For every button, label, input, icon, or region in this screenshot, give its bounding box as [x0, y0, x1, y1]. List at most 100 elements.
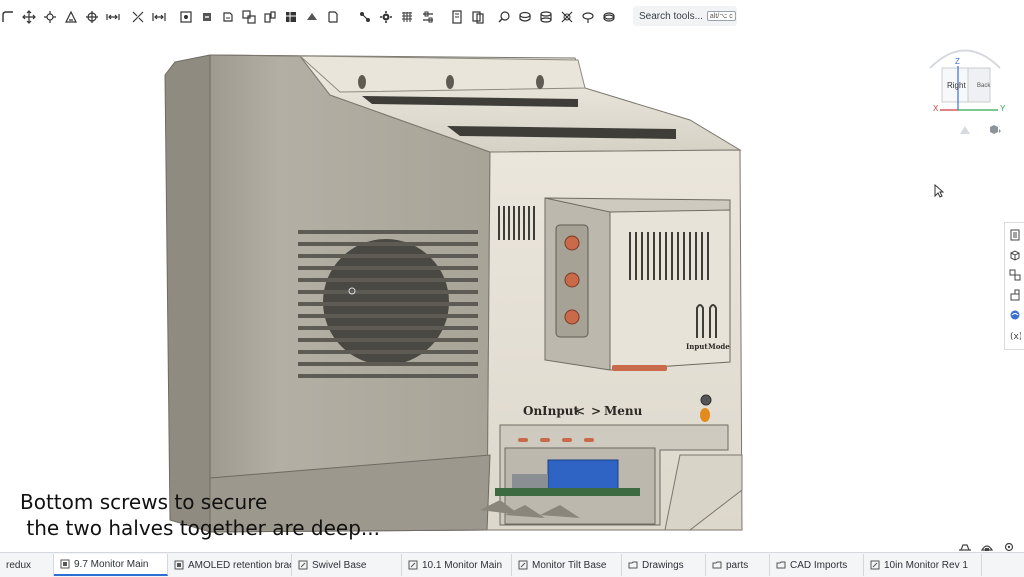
move-icon[interactable] — [21, 9, 37, 25]
top-screw-3 — [536, 75, 544, 89]
monitor-model — [164, 54, 743, 533]
wrap-icon[interactable] — [601, 9, 617, 25]
transform-icon[interactable] — [42, 9, 58, 25]
power-knob — [700, 394, 712, 406]
tab-label: CAD Imports — [790, 559, 848, 571]
top-screw-2 — [446, 75, 454, 89]
derived-icon[interactable] — [325, 9, 341, 25]
search-placeholder: Search tools... — [639, 10, 703, 22]
mouse-cursor-icon — [934, 183, 945, 203]
feature-toolbar: Search tools... alt/⌥ c — [0, 0, 1024, 32]
svg-text:(x): (x) — [1010, 332, 1021, 341]
loft-icon[interactable] — [220, 9, 236, 25]
graphics-viewport[interactable]: On Input < > Menu Input Mode Bottom scre… — [0, 32, 1024, 552]
tab-label: 10in Monitor Rev 1 — [884, 559, 968, 571]
assembly-icon — [408, 560, 418, 570]
pattern-icon[interactable] — [84, 9, 100, 25]
section-icon[interactable] — [357, 9, 373, 25]
view-cube-face-back[interactable]: Back — [977, 83, 990, 89]
search-tools-input[interactable]: Search tools... alt/⌥ c — [633, 6, 737, 26]
top-screw-1 — [358, 75, 366, 89]
view-cube-face-right[interactable]: Right — [947, 81, 966, 90]
toolbar-group-5 — [449, 8, 486, 26]
gear-icon[interactable] — [378, 9, 394, 25]
view-cube[interactable]: Right Back Z X Y — [920, 38, 1010, 134]
boolean-icon[interactable] — [241, 9, 257, 25]
tab-label: Swivel Base — [312, 559, 367, 571]
label-port-mode: Mode — [708, 342, 730, 351]
appearance-panel-icon[interactable] — [1007, 306, 1023, 323]
tab-9-7-monitor-main[interactable]: 9.7 Monitor Main — [54, 554, 168, 576]
configurations-icon[interactable] — [1007, 266, 1023, 283]
toolbar-group-1 — [0, 8, 121, 26]
search-shortcut: alt/⌥ c — [706, 11, 736, 21]
case-left-edge — [164, 54, 211, 533]
axis-z-label: Z — [955, 57, 960, 66]
list-icon[interactable] — [420, 9, 436, 25]
part-studio-icon — [174, 560, 184, 570]
mirror-icon[interactable] — [105, 9, 121, 25]
axis-x-label: X — [933, 104, 939, 113]
axis-y-label: Y — [1000, 104, 1006, 113]
folder-icon — [712, 560, 722, 570]
thread-icon[interactable] — [517, 9, 533, 25]
rib-icon[interactable] — [538, 9, 554, 25]
tab-10in-monitor-rev-1[interactable]: 10in Monitor Rev 1 — [864, 554, 982, 576]
tab-label: redux — [6, 559, 32, 571]
split-icon[interactable] — [262, 9, 278, 25]
sweep-icon[interactable] — [199, 9, 215, 25]
tab-redux[interactable]: redux — [0, 554, 54, 576]
view-options-icon[interactable] — [988, 123, 1002, 135]
label-port-input: Input — [686, 342, 708, 351]
tab-swivel-base[interactable]: Swivel Base — [292, 554, 402, 576]
assembly-icon — [518, 560, 528, 570]
toolbar-group-3 — [178, 8, 341, 26]
fillet-icon[interactable] — [0, 9, 16, 25]
assembly-icon — [298, 560, 308, 570]
ring-icon[interactable] — [580, 9, 596, 25]
hole-icon[interactable] — [496, 9, 512, 25]
measure-icon[interactable] — [449, 9, 465, 25]
appearance-icon[interactable] — [399, 9, 415, 25]
tab-cad-imports[interactable]: CAD Imports — [770, 554, 864, 576]
part-studio-icon — [60, 559, 70, 569]
variable-icon[interactable] — [304, 9, 320, 25]
io-bottom-plug — [612, 365, 667, 371]
label-right: > — [591, 404, 602, 418]
label-on: On — [523, 404, 543, 418]
control-board-connector — [512, 474, 548, 490]
control-board-blue — [547, 459, 619, 491]
tab-drawings[interactable]: Drawings — [622, 554, 706, 576]
folder-icon — [628, 560, 638, 570]
feature-list-icon[interactable] — [1007, 226, 1023, 243]
tab-amoled-retention-brac[interactable]: AMOLED retention brac... — [168, 554, 292, 576]
control-board-pcb — [495, 488, 640, 496]
rotate-icon[interactable] — [559, 9, 575, 25]
mate-connector-icon[interactable] — [178, 9, 194, 25]
toolbar-group-6 — [496, 8, 617, 26]
toolbar-group-2 — [130, 8, 167, 26]
folder-icon — [776, 560, 786, 570]
assembly-icon — [870, 560, 880, 570]
caption-line-2: the two halves together are deep... — [20, 516, 380, 540]
label-menu: Menu — [604, 404, 643, 418]
shell-icon[interactable] — [63, 9, 79, 25]
tab-label: AMOLED retention brac... — [188, 559, 292, 571]
table-icon[interactable] — [283, 9, 299, 25]
helix-icon[interactable] — [151, 9, 167, 25]
copy-icon[interactable] — [470, 9, 486, 25]
plane-icon[interactable] — [130, 9, 146, 25]
label-left: < — [575, 404, 586, 418]
power-led — [700, 408, 710, 422]
tab-parts[interactable]: parts — [706, 554, 770, 576]
properties-icon[interactable] — [1007, 286, 1023, 303]
label-input: Input — [542, 404, 579, 418]
variables-icon[interactable]: (x) — [1007, 326, 1023, 343]
parts-icon[interactable] — [1007, 246, 1023, 263]
tab-monitor-tilt-base[interactable]: Monitor Tilt Base — [512, 554, 622, 576]
tab-label: Monitor Tilt Base — [532, 559, 607, 571]
tab-label: Drawings — [642, 559, 684, 571]
tab-10-1-monitor-main[interactable]: 10.1 Monitor Main — [402, 554, 512, 576]
tab-label: 9.7 Monitor Main — [74, 558, 149, 570]
video-caption: Bottom screws to secure the two halves t… — [20, 489, 380, 541]
